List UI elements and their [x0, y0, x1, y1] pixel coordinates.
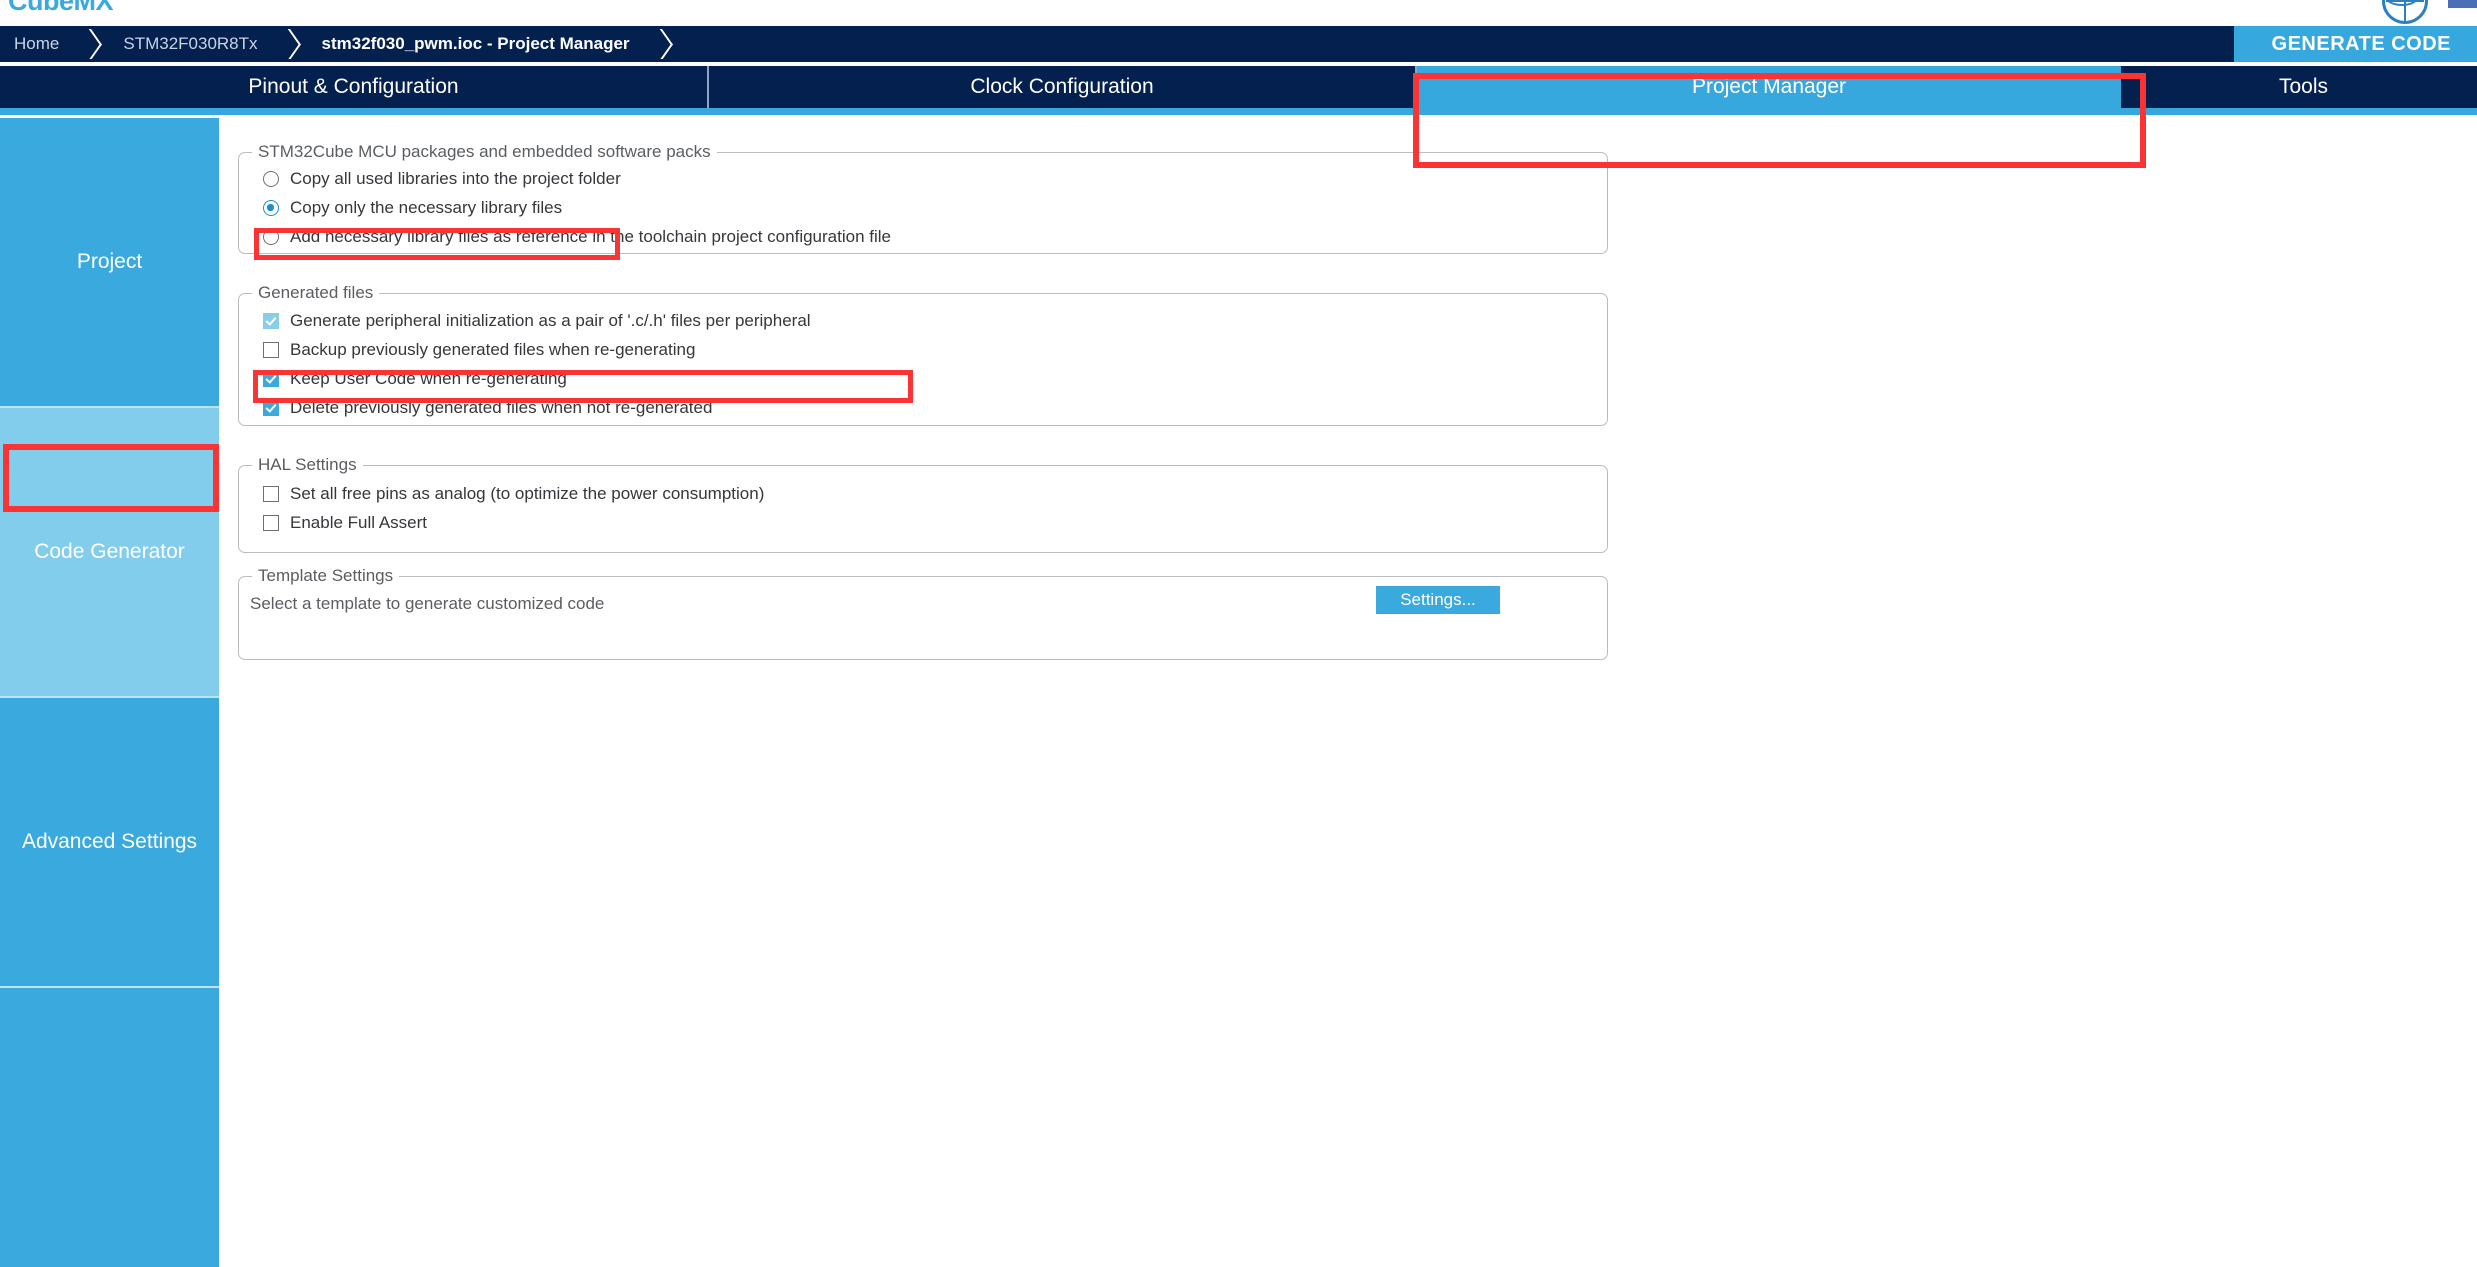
- option-label: Copy all used libraries into the project…: [290, 169, 621, 188]
- checkbox-enable-full-assert[interactable]: Enable Full Assert: [263, 513, 427, 533]
- breadcrumb-item-home[interactable]: Home: [14, 26, 59, 62]
- checkbox-backup-previously-generated[interactable]: Backup previously generated files when r…: [263, 340, 695, 360]
- template-settings-group-title: Template Settings: [252, 566, 400, 586]
- tab-pinout-configuration[interactable]: Pinout & Configuration: [0, 66, 709, 108]
- code-generator-panel: STM32Cube MCU packages and embedded soft…: [219, 118, 2477, 1267]
- tabbar-underline: [0, 108, 2477, 115]
- radio-button-icon: [263, 200, 279, 216]
- tab-tools[interactable]: Tools: [2123, 66, 2477, 108]
- checkbox-icon: [263, 486, 279, 502]
- sidebar-item-label: Advanced Settings: [21, 830, 198, 853]
- sidebar-item-code-generator[interactable]: Code Generator: [0, 406, 219, 696]
- sidebar-item-project[interactable]: Project: [0, 118, 219, 406]
- radio-copy-all-libraries[interactable]: Copy all used libraries into the project…: [263, 169, 621, 189]
- option-label: Delete previously generated files when n…: [290, 398, 713, 417]
- checkbox-delete-previously-generated[interactable]: Delete previously generated files when n…: [263, 398, 712, 418]
- breadcrumb-chevron-icon: [275, 29, 306, 59]
- radio-copy-only-necessary[interactable]: Copy only the necessary library files: [263, 198, 562, 218]
- main-tabbar: Pinout & Configuration Clock Configurati…: [0, 66, 2477, 108]
- option-label: Generate peripheral initialization as a …: [290, 311, 811, 330]
- checkbox-set-free-pins-analog[interactable]: Set all free pins as analog (to optimize…: [263, 484, 764, 504]
- breadcrumb-chevron-icon: [647, 29, 678, 59]
- template-settings-button[interactable]: Settings...: [1376, 586, 1500, 614]
- globe-band: [2386, 0, 2418, 6]
- mcu-packages-groupbox: STM32Cube MCU packages and embedded soft…: [238, 142, 1608, 254]
- cubemx-logo: CubeMX: [8, 0, 114, 16]
- checkbox-icon: [263, 313, 279, 329]
- tab-clock-configuration[interactable]: Clock Configuration: [709, 66, 1417, 108]
- sidebar-item-empty[interactable]: [0, 986, 219, 1267]
- radio-button-icon: [263, 229, 279, 245]
- checkbox-icon: [263, 400, 279, 416]
- option-label: Copy only the necessary library files: [290, 198, 563, 217]
- generated-files-groupbox: Generated files Generate peripheral init…: [238, 283, 1608, 426]
- generate-code-button[interactable]: GENERATE CODE: [2233, 26, 2477, 62]
- project-manager-sidebar: Project Code Generator Advanced Settings: [0, 118, 219, 1267]
- checkbox-icon: [263, 342, 279, 358]
- sidebar-item-label: Code Generator: [34, 540, 185, 563]
- sidebar-item-label: Project: [76, 250, 143, 273]
- radio-add-as-reference[interactable]: Add necessary library files as reference…: [263, 227, 891, 247]
- checkbox-generate-peripheral-init-pair[interactable]: Generate peripheral initialization as a …: [263, 311, 811, 331]
- generated-files-group-title: Generated files: [252, 283, 380, 303]
- option-label: Backup previously generated files when r…: [290, 340, 696, 359]
- window-corner-button[interactable]: [2448, 0, 2477, 8]
- template-settings-groupbox: Template Settings Select a template to g…: [238, 566, 1608, 660]
- breadcrumb-item-mcu[interactable]: STM32F030R8Tx: [123, 26, 257, 62]
- breadcrumb-chevron-icon: [77, 29, 107, 59]
- sidebar-item-advanced-settings[interactable]: Advanced Settings: [0, 696, 219, 986]
- checkbox-keep-user-code[interactable]: Keep User Code when re-generating: [263, 369, 567, 389]
- option-label: Enable Full Assert: [290, 513, 428, 532]
- globe-icon[interactable]: [2382, 0, 2428, 24]
- hal-settings-group-title: HAL Settings: [252, 455, 363, 475]
- breadcrumb-item-current[interactable]: stm32f030_pwm.ioc - Project Manager: [322, 26, 630, 62]
- checkbox-icon: [263, 371, 279, 387]
- hal-settings-groupbox: HAL Settings Set all free pins as analog…: [238, 455, 1608, 553]
- option-label: Set all free pins as analog (to optimize…: [290, 484, 765, 503]
- option-label: Add necessary library files as reference…: [290, 227, 891, 246]
- checkbox-icon: [263, 515, 279, 531]
- radio-button-icon: [263, 171, 279, 187]
- breadcrumb: Home STM32F030R8Tx stm32f030_pwm.ioc - P…: [0, 26, 2477, 62]
- option-label: Keep User Code when re-generating: [290, 369, 567, 388]
- mcu-packages-group-title: STM32Cube MCU packages and embedded soft…: [252, 142, 717, 162]
- template-description: Select a template to generate customized…: [250, 594, 605, 613]
- brand-strip: CubeMX: [0, 0, 2477, 26]
- tab-project-manager[interactable]: Project Manager: [1417, 66, 2123, 108]
